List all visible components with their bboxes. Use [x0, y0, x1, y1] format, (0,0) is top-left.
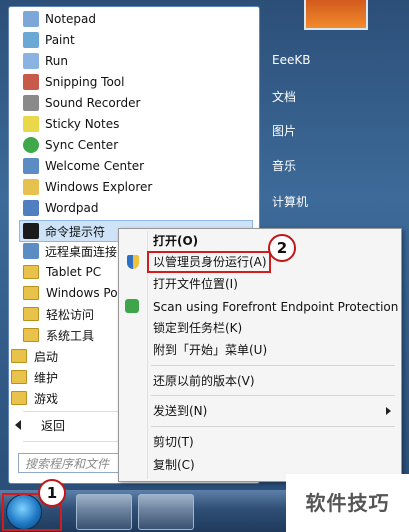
- sticky-note-icon: [23, 116, 39, 132]
- right-item-documents[interactable]: 文档: [272, 88, 296, 105]
- program-label: Sound Recorder: [45, 96, 141, 110]
- folder-label: 启动: [34, 349, 59, 364]
- folder-label: Windows Po: [46, 286, 118, 300]
- program-snipping-tool[interactable]: Snipping Tool: [23, 72, 251, 92]
- notepad-icon: [23, 11, 39, 27]
- run-icon: [23, 53, 39, 69]
- scissors-icon: [23, 74, 39, 90]
- menu-divider: [151, 395, 395, 396]
- menu-copy[interactable]: 复制(C): [153, 455, 195, 475]
- program-wordpad[interactable]: Wordpad: [23, 198, 251, 218]
- right-item-user[interactable]: EeeKB: [272, 53, 310, 67]
- program-label: Paint: [45, 33, 75, 47]
- folder-icon: [11, 370, 27, 384]
- command-prompt-icon: [23, 223, 39, 239]
- explorer-folder-icon: [23, 179, 39, 195]
- paint-icon: [23, 32, 39, 48]
- menu-cut[interactable]: 剪切(T): [153, 432, 194, 452]
- menu-pin-start[interactable]: 附到「开始」菜单(U): [153, 340, 267, 360]
- program-sound-recorder[interactable]: Sound Recorder: [23, 93, 251, 113]
- program-label: Sync Center: [45, 138, 119, 152]
- program-label: 远程桌面连接: [45, 244, 118, 259]
- right-item-pictures[interactable]: 图片: [272, 122, 296, 139]
- shield-icon: [127, 255, 139, 269]
- sync-icon: [23, 137, 39, 153]
- menu-pin-taskbar[interactable]: 锁定到任务栏(K): [153, 318, 242, 338]
- program-windows-explorer[interactable]: Windows Explorer: [23, 177, 251, 197]
- watermark: 软件技巧: [286, 474, 409, 532]
- program-notepad[interactable]: Notepad: [23, 9, 251, 29]
- program-run[interactable]: Run: [23, 51, 251, 71]
- folder-icon: [11, 391, 27, 405]
- menu-send-to[interactable]: 发送到(N): [153, 401, 207, 421]
- menu-scan-forefront[interactable]: Scan using Forefront Endpoint Protection: [153, 297, 398, 317]
- folder-label: Tablet PC: [46, 265, 102, 279]
- program-sticky-notes[interactable]: Sticky Notes: [23, 114, 251, 134]
- folder-icon: [23, 307, 39, 321]
- program-welcome-center[interactable]: Welcome Center: [23, 156, 251, 176]
- program-label: Sticky Notes: [45, 117, 120, 131]
- remote-desktop-icon: [23, 243, 39, 259]
- folder-icon: [11, 349, 27, 363]
- folder-icon: [23, 265, 39, 279]
- callout-1: 1: [38, 479, 66, 507]
- folder-label: 轻松访问: [46, 307, 95, 322]
- taskbar-users-icon[interactable]: [76, 494, 132, 530]
- folder-label: 游戏: [34, 391, 59, 406]
- user-avatar[interactable]: [304, 0, 368, 30]
- menu-open[interactable]: 打开(O): [153, 231, 198, 251]
- program-label: Notepad: [45, 12, 96, 26]
- right-item-computer[interactable]: 计算机: [272, 193, 308, 210]
- taskbar-control-panel-icon[interactable]: [138, 494, 194, 530]
- back-arrow-icon: [15, 420, 21, 430]
- program-label: Welcome Center: [45, 159, 145, 173]
- highlight-box-run-as: [147, 251, 271, 273]
- program-paint[interactable]: Paint: [23, 30, 251, 50]
- program-label: Snipping Tool: [45, 75, 125, 89]
- forefront-icon: [125, 299, 139, 313]
- menu-divider: [151, 426, 395, 427]
- menu-divider: [151, 365, 395, 366]
- program-label: Windows Explorer: [45, 180, 153, 194]
- submenu-arrow-icon: [386, 407, 391, 415]
- back-label: 返回: [41, 418, 66, 433]
- folder-label: 维护: [34, 370, 59, 385]
- welcome-icon: [23, 158, 39, 174]
- program-sync-center[interactable]: Sync Center: [23, 135, 251, 155]
- wordpad-icon: [23, 200, 39, 216]
- program-label: Run: [45, 54, 69, 68]
- folder-icon: [23, 286, 39, 300]
- folder-label: 系统工具: [46, 328, 95, 343]
- folder-icon: [23, 328, 39, 342]
- right-item-music[interactable]: 音乐: [272, 157, 296, 174]
- menu-open-file-location[interactable]: 打开文件位置(I): [153, 274, 238, 294]
- microphone-icon: [23, 95, 39, 111]
- callout-2: 2: [268, 234, 296, 262]
- menu-restore-versions[interactable]: 还原以前的版本(V): [153, 371, 255, 391]
- program-label: 命令提示符: [45, 224, 106, 239]
- program-label: Wordpad: [45, 201, 99, 215]
